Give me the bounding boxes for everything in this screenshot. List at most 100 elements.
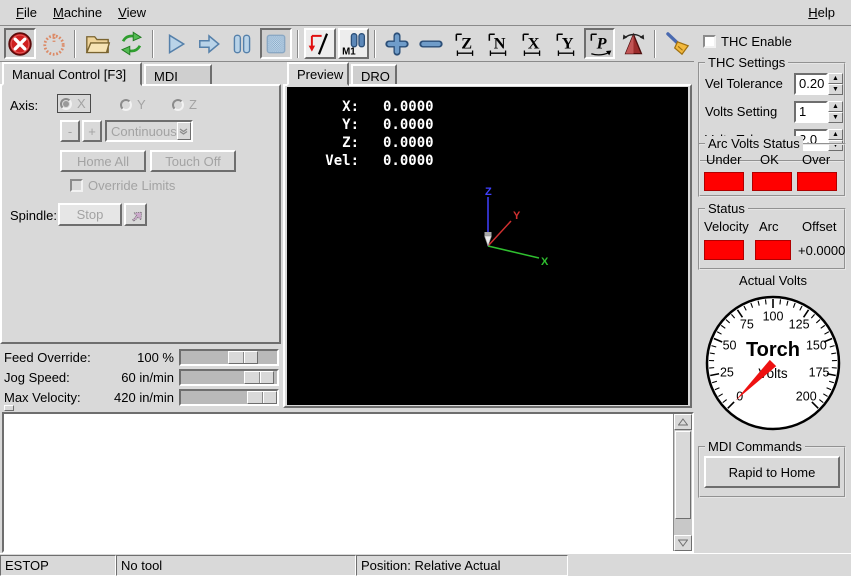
gcode-text-area[interactable] bbox=[2, 412, 694, 553]
view-z-button[interactable]: Z bbox=[449, 28, 481, 59]
broom-icon bbox=[664, 30, 691, 57]
override-limits-checkbox[interactable]: Override Limits bbox=[70, 178, 175, 193]
spin-up-button[interactable]: ▲ bbox=[828, 101, 843, 112]
position-readout: X:0.0000 Y:0.0000 Z:0.0000 Vel:0.0000 bbox=[317, 98, 434, 170]
zoom-in-button[interactable] bbox=[381, 28, 413, 59]
pane-sash-grip[interactable] bbox=[4, 405, 14, 411]
axis-radio-x[interactable]: X bbox=[58, 95, 90, 112]
slider-thumb[interactable] bbox=[228, 351, 258, 364]
radio-circle-z bbox=[172, 99, 184, 111]
readout-y-label: Y: bbox=[317, 116, 359, 134]
jog-minus-button[interactable]: - bbox=[60, 120, 80, 142]
axis-radio-y[interactable]: Y bbox=[120, 97, 146, 112]
svg-text:75: 75 bbox=[740, 317, 754, 331]
toolbar-separator bbox=[74, 30, 76, 58]
step-arrow-icon bbox=[196, 31, 222, 57]
run-button[interactable] bbox=[159, 28, 191, 59]
open-file-button[interactable] bbox=[81, 28, 113, 59]
torch-volts-gauge: 0255075100125150175200 Torch Volts bbox=[699, 290, 847, 438]
view-x-button[interactable]: X bbox=[516, 28, 548, 59]
menu-machine[interactable]: Machine bbox=[45, 3, 110, 22]
feed-override-slider[interactable] bbox=[179, 349, 279, 366]
run-icon bbox=[162, 31, 188, 57]
scroll-down-button[interactable] bbox=[674, 535, 692, 551]
menu-help[interactable]: Help bbox=[800, 3, 843, 22]
tab-manual-control[interactable]: Manual Control [F3] bbox=[2, 62, 142, 86]
menu-file[interactable]: File bbox=[8, 3, 45, 22]
status-group: Status Velocity Arc Offset +0.0000 bbox=[698, 208, 846, 270]
menu-view[interactable]: View bbox=[110, 3, 154, 22]
scroll-up-button[interactable] bbox=[674, 414, 692, 430]
thc-enable-label: THC Enable bbox=[721, 34, 792, 49]
rapid-to-home-button[interactable]: Rapid to Home bbox=[704, 456, 840, 488]
toolbar-separator bbox=[374, 30, 376, 58]
clear-plot-button[interactable] bbox=[661, 28, 693, 59]
scrollbar-trough[interactable] bbox=[674, 520, 692, 535]
vel-tolerance-label: Vel Tolerance bbox=[705, 76, 794, 91]
toolbar: M1 Z N bbox=[0, 26, 694, 62]
text-area-scrollbar[interactable] bbox=[673, 414, 692, 551]
estop-button[interactable] bbox=[4, 28, 36, 59]
spindle-stop-button[interactable]: Stop bbox=[58, 203, 122, 226]
tab-preview[interactable]: Preview bbox=[287, 62, 349, 86]
svg-text:200: 200 bbox=[796, 390, 817, 404]
axis-radio-z[interactable]: Z bbox=[172, 97, 197, 112]
thc-enable-checkbox[interactable]: THC Enable bbox=[703, 34, 792, 49]
spin-down-button[interactable]: ▼ bbox=[828, 112, 843, 123]
zoom-out-button[interactable] bbox=[415, 28, 447, 59]
manual-control-frame: Axis: X Y Z - + Continuous bbox=[0, 84, 281, 344]
view-y-icon: Y bbox=[553, 31, 579, 57]
spindle-brake-button[interactable] bbox=[124, 203, 147, 226]
vel-tolerance-input[interactable] bbox=[794, 73, 828, 95]
scrollbar-thumb[interactable] bbox=[675, 431, 691, 519]
jog-plus-button[interactable]: + bbox=[82, 120, 102, 142]
arc-indicator bbox=[755, 240, 791, 260]
max-velocity-slider[interactable] bbox=[179, 389, 279, 406]
view-z2-button[interactable]: N bbox=[483, 28, 515, 59]
svg-text:Y: Y bbox=[562, 34, 574, 52]
svg-text:Z: Z bbox=[461, 34, 472, 52]
jog-mode-combobox[interactable]: Continuous bbox=[105, 120, 193, 142]
touch-off-button[interactable]: Touch Off bbox=[150, 150, 236, 172]
machine-power-button[interactable] bbox=[38, 28, 70, 59]
spin-down-button[interactable]: ▼ bbox=[828, 84, 843, 95]
optional-stop-button[interactable]: M1 bbox=[338, 28, 370, 59]
statusbar: ESTOP No tool Position: Relative Actual bbox=[0, 553, 851, 576]
readout-y-value: 0.0000 bbox=[383, 116, 434, 134]
axes-origin-indicator: Z Y X bbox=[435, 185, 557, 277]
view-x-icon: X bbox=[519, 31, 545, 57]
tab-dro[interactable]: DRO bbox=[351, 64, 397, 86]
spin-up-button[interactable]: ▲ bbox=[828, 129, 843, 140]
over-indicator bbox=[797, 172, 837, 191]
combobox-arrow-button[interactable] bbox=[177, 122, 191, 140]
view-y-button[interactable]: Y bbox=[550, 28, 582, 59]
preview-canvas[interactable]: X:0.0000 Y:0.0000 Z:0.0000 Vel:0.0000 Z … bbox=[287, 87, 688, 405]
slider-thumb[interactable] bbox=[244, 371, 274, 384]
tool-cone-top bbox=[485, 232, 492, 236]
svg-text:100: 100 bbox=[763, 310, 784, 324]
svg-text:M1: M1 bbox=[343, 46, 357, 57]
spin-up-button[interactable]: ▲ bbox=[828, 73, 843, 84]
tab-mdi[interactable]: MDI [F5] bbox=[144, 64, 212, 86]
jog-speed-slider[interactable] bbox=[179, 369, 279, 386]
volts-setting-input[interactable] bbox=[794, 101, 828, 123]
skip-lines-button[interactable] bbox=[304, 28, 336, 59]
view-p-button[interactable]: P bbox=[584, 28, 616, 59]
mdi-commands-group: MDI Commands Rapid to Home bbox=[698, 446, 846, 498]
over-label: Over bbox=[802, 152, 830, 167]
home-all-button[interactable]: Home All bbox=[60, 150, 146, 172]
slider-thumb[interactable] bbox=[247, 391, 277, 404]
preview-frame: X:0.0000 Y:0.0000 Z:0.0000 Vel:0.0000 Z … bbox=[283, 84, 692, 408]
y-axis-label: Y bbox=[513, 210, 521, 222]
pause-button[interactable] bbox=[226, 28, 258, 59]
jog-minus-label: - bbox=[68, 124, 72, 139]
step-button[interactable] bbox=[193, 28, 225, 59]
rotate-view-button[interactable] bbox=[617, 28, 649, 59]
axis-radio-y-label: Y bbox=[137, 97, 146, 112]
stop-button[interactable] bbox=[260, 28, 292, 59]
x-axis-label: X bbox=[541, 256, 549, 268]
reload-button[interactable] bbox=[115, 28, 147, 59]
max-velocity-label: Max Velocity: bbox=[4, 390, 104, 405]
override-limits-box bbox=[70, 179, 83, 192]
estop-icon bbox=[7, 31, 33, 57]
